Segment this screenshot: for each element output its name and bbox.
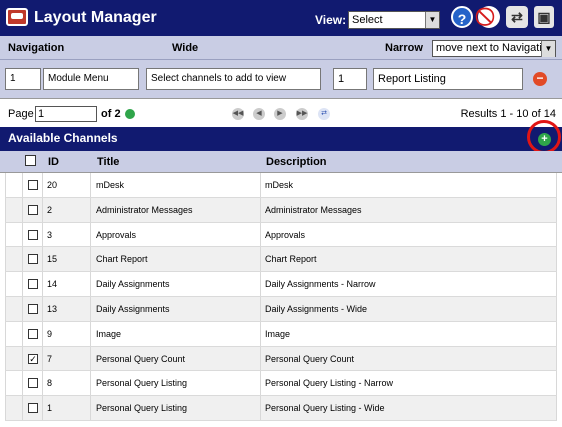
go-icon[interactable]: [125, 109, 135, 119]
row-title: mDesk: [96, 180, 125, 190]
row-id: 8: [47, 378, 53, 389]
navigation-label: Navigation: [8, 42, 65, 54]
view-select[interactable]: Select ▼: [348, 11, 440, 29]
table-row[interactable]: 13 Daily Assignments Daily Assignments - W…: [5, 296, 557, 322]
refresh-icon[interactable]: ⇄: [506, 6, 528, 28]
wide-label: Wide: [172, 42, 199, 54]
help-icon[interactable]: ?: [451, 6, 473, 28]
select-all-checkbox[interactable]: [25, 155, 36, 166]
row-checkbox[interactable]: [28, 378, 38, 389]
table-row[interactable]: 15 Chart Report Chart Report: [5, 247, 557, 273]
row-id: 7: [47, 353, 53, 364]
row-checkbox[interactable]: ✓: [28, 353, 38, 364]
nav-channel-name[interactable]: Module Menu: [43, 68, 139, 90]
row-id: 9: [47, 328, 53, 339]
add-channel-icon[interactable]: +: [538, 133, 551, 146]
view-label: View:: [315, 13, 347, 27]
next-page-icon[interactable]: ▶: [274, 108, 286, 120]
row-description: Personal Query Listing - Narrow: [265, 378, 394, 389]
row-title: Personal Query Listing: [96, 378, 188, 389]
row-checkbox[interactable]: [28, 254, 38, 265]
refresh-list-icon[interactable]: ⇄: [318, 108, 330, 120]
row-title: Chart Report: [96, 254, 148, 265]
page-count: of 2: [101, 108, 121, 120]
row-checkbox[interactable]: [28, 328, 38, 339]
table-row[interactable]: 20 mDesk mDesk: [5, 173, 557, 198]
row-id: 20: [47, 180, 58, 190]
row-title: Image: [96, 328, 122, 339]
narrow-label: Narrow: [385, 42, 423, 54]
row-id: 13: [47, 303, 58, 314]
row-id: 14: [47, 279, 58, 290]
narrow-channel-position-input[interactable]: 1: [333, 68, 367, 90]
row-checkbox[interactable]: [28, 403, 38, 414]
channel-table: 20 mDesk mDesk 2 Administrator Messages Admi…: [5, 173, 557, 421]
row-title: Administrator Messages: [96, 204, 193, 215]
row-description: mDesk: [265, 180, 294, 190]
row-description: Personal Query Listing - Wide: [265, 403, 385, 414]
save-icon[interactable]: ▣: [534, 6, 554, 28]
page-number-input[interactable]: 1: [35, 106, 97, 122]
row-description: Image: [265, 328, 291, 339]
previous-page-icon[interactable]: ◀: [253, 108, 265, 120]
row-checkbox[interactable]: [28, 303, 38, 314]
row-checkbox[interactable]: [28, 204, 38, 215]
table-row[interactable]: ✓ 7 Personal Query Count Personal Query Cou…: [5, 346, 557, 372]
table-row[interactable]: 8 Personal Query Listing Personal Query Li…: [5, 371, 557, 397]
wide-channel-prompt[interactable]: Select channels to add to view: [146, 68, 321, 90]
table-row[interactable]: 2 Administrator Messages Administrator Mes…: [5, 197, 557, 223]
chevron-down-icon[interactable]: ▼: [425, 12, 439, 28]
row-checkbox[interactable]: [28, 180, 38, 190]
table-row[interactable]: 9 Image Image: [5, 321, 557, 347]
row-description: Personal Query Count: [265, 353, 355, 364]
view-select-value: Select: [352, 14, 383, 26]
row-checkbox[interactable]: [28, 229, 38, 240]
row-description: Approvals: [265, 229, 306, 240]
table-row[interactable]: 3 Approvals Approvals: [5, 222, 557, 248]
table-header: ID Title Description: [0, 151, 562, 173]
row-description: Daily Assignments - Wide: [265, 303, 368, 314]
row-description: Daily Assignments - Narrow: [265, 279, 376, 290]
chevron-down-icon[interactable]: ▼: [541, 41, 555, 57]
last-page-icon[interactable]: ▶▶: [296, 108, 308, 120]
narrow-channel-name[interactable]: Report Listing: [373, 68, 523, 90]
narrow-position-select[interactable]: move next to Navigation ▼: [432, 40, 556, 57]
row-id: 3: [47, 229, 53, 240]
results-count: Results 1 - 10 of 14: [460, 108, 556, 120]
narrow-position-value: move next to Navigation: [436, 42, 555, 54]
remove-channel-icon[interactable]: −: [533, 72, 547, 86]
cancel-icon[interactable]: ⃠: [478, 6, 500, 28]
row-description: Chart Report: [265, 254, 317, 265]
row-title: Daily Assignments: [96, 303, 170, 314]
column-header-id[interactable]: ID: [48, 156, 59, 168]
row-id: 15: [47, 254, 58, 265]
column-header-title[interactable]: Title: [97, 156, 119, 168]
row-checkbox[interactable]: [28, 279, 38, 290]
app-logo-icon: [6, 8, 28, 26]
available-channels-title: Available Channels: [8, 131, 118, 145]
channel-layout-row: 1 Module Menu Select channels to add to …: [0, 60, 562, 98]
row-description: Administrator Messages: [265, 204, 362, 215]
title-bar: Layout Manager View: Select ▼ ? ⃠ ⇄ ▣: [0, 0, 562, 36]
first-page-icon[interactable]: ◀◀: [232, 108, 244, 120]
row-title: Personal Query Count: [96, 353, 186, 364]
nav-channel-position[interactable]: 1: [5, 68, 41, 90]
table-row[interactable]: 1 Personal Query Listing Personal Query Li…: [5, 396, 557, 421]
row-title: Approvals: [96, 229, 137, 240]
row-title: Daily Assignments: [96, 279, 170, 290]
available-channels-header: Available Channels: [0, 127, 562, 151]
layout-column-header: Navigation Wide Narrow move next to Navi…: [0, 36, 562, 60]
row-title: Personal Query Listing: [96, 403, 188, 414]
page-title: Layout Manager: [34, 9, 157, 26]
row-id: 1: [47, 403, 53, 414]
column-header-description[interactable]: Description: [266, 156, 327, 168]
row-id: 2: [47, 204, 53, 215]
pager-bar: Page 1 of 2 ◀◀ ◀ ▶ ▶▶ ⇄ Results 1 - 10 o…: [0, 98, 562, 128]
table-row[interactable]: 14 Daily Assignments Daily Assignments - N…: [5, 272, 557, 297]
page-label: Page: [8, 108, 34, 120]
